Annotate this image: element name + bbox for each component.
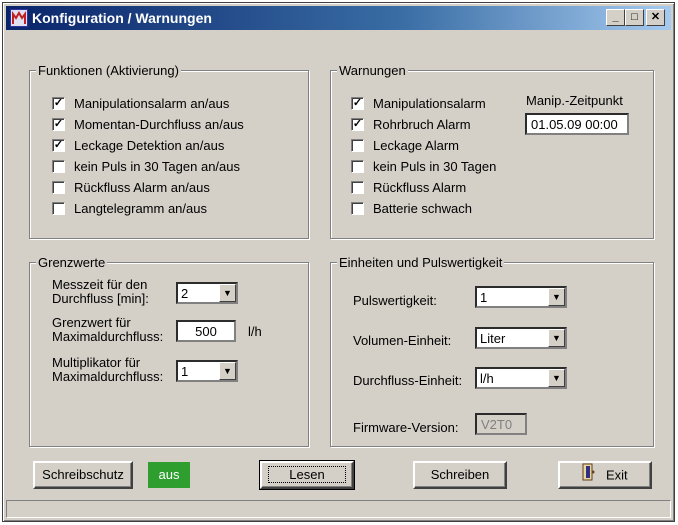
warnungen-checkbox[interactable] [351, 181, 364, 194]
multiplikator-select[interactable]: 1 ▼ [176, 360, 238, 382]
einheiten-group: Einheiten und Pulswertigkeit Pulswertigk… [330, 255, 654, 447]
multiplikator-label-line2: Maximaldurchfluss: [52, 369, 164, 384]
grenzwert-field[interactable]: 500 [176, 320, 236, 342]
schreiben-button[interactable]: Schreiben [413, 461, 507, 489]
messzeit-label-line1: Messzeit für den [52, 277, 148, 292]
funktionen-checkbox[interactable]: ✓ [52, 118, 65, 131]
lesen-button-label: Lesen [268, 466, 346, 483]
exit-button-label: Exit [605, 467, 628, 483]
warnungen-group: Warnungen ✓ Manipulationsalarm ✓ Rohrbruch … [330, 63, 654, 239]
volumen-einheit-label: Volumen-Einheit: [353, 333, 452, 348]
durchfluss-einheit-select[interactable]: l/h ▼ [475, 367, 567, 389]
app-icon [10, 9, 28, 27]
manip-zeitpunkt-label: Manip.-Zeitpunkt [526, 93, 623, 108]
multiplikator-value: 1 [181, 364, 189, 379]
warnungen-checkbox-label: Manipulationsalarm [373, 96, 486, 111]
minimize-button[interactable]: _ [606, 9, 625, 26]
chevron-down-icon[interactable]: ▼ [219, 362, 236, 380]
chevron-down-icon[interactable]: ▼ [548, 369, 565, 387]
funktionen-group: Funktionen (Aktivierung) ✓ Manipulationsa… [29, 63, 309, 239]
warnungen-checkbox[interactable] [351, 139, 364, 152]
warnungen-legend: Warnungen [337, 63, 408, 78]
schreibschutz-status-badge: aus [148, 462, 190, 488]
volumen-einheit-value: Liter [480, 331, 506, 346]
funktionen-checkbox-label: kein Puls in 30 Tagen an/aus [74, 159, 240, 174]
warnungen-checkbox[interactable]: ✓ [351, 118, 364, 131]
multiplikator-label-line1: Multiplikator für [52, 355, 141, 370]
pulswertigkeit-select[interactable]: 1 ▼ [475, 286, 567, 308]
warnungen-checkbox[interactable]: ✓ [351, 97, 364, 110]
grenzwerte-legend: Grenzwerte [36, 255, 108, 270]
funktionen-checkbox[interactable] [52, 160, 65, 173]
firmware-version-field: V2T0 [475, 413, 527, 435]
warnungen-checkbox-label: Rohrbruch Alarm [373, 117, 471, 132]
exit-button[interactable]: Exit [558, 461, 652, 489]
funktionen-checkbox-label: Langtelegramm an/aus [74, 201, 207, 216]
durchfluss-einheit-label: Durchfluss-Einheit: [353, 373, 463, 388]
messzeit-value: 2 [181, 286, 189, 301]
warnungen-checkbox-label: kein Puls in 30 Tagen [373, 159, 497, 174]
funktionen-checkbox[interactable]: ✓ [52, 97, 65, 110]
status-bar [6, 500, 671, 518]
chevron-down-icon[interactable]: ▼ [548, 288, 565, 306]
messzeit-label-line2: Durchfluss [min]: [52, 291, 149, 306]
config-window: Konfiguration / Warnungen _ □ ✕ Funktion… [2, 2, 675, 522]
warnungen-checkbox-label: Batterie schwach [373, 201, 472, 216]
window-title: Konfiguration / Warnungen [32, 10, 212, 26]
funktionen-checkbox[interactable]: ✓ [52, 139, 65, 152]
pulswertigkeit-value: 1 [480, 290, 488, 305]
grenzwert-unit: l/h [248, 324, 262, 339]
warnungen-checkbox[interactable] [351, 202, 364, 215]
funktionen-checkbox[interactable] [52, 202, 65, 215]
lesen-button[interactable]: Lesen [259, 460, 355, 490]
einheiten-legend: Einheiten und Pulswertigkeit [337, 255, 505, 270]
durchfluss-einheit-value: l/h [480, 371, 494, 386]
firmware-version-label: Firmware-Version: [353, 420, 459, 435]
chevron-down-icon[interactable]: ▼ [219, 284, 236, 302]
funktionen-checkbox-label: Manipulationsalarm an/aus [74, 96, 230, 111]
warnungen-checkbox-label: Leckage Alarm [373, 138, 459, 153]
funktionen-checkbox[interactable] [52, 181, 65, 194]
grenzwert-label-line1: Grenzwert für [52, 315, 131, 330]
warnungen-checkbox[interactable] [351, 160, 364, 173]
close-button[interactable]: ✕ [646, 9, 665, 26]
funktionen-legend: Funktionen (Aktivierung) [36, 63, 181, 78]
grenzwerte-group: Grenzwerte Messzeit für den Durchfluss [… [29, 255, 309, 447]
funktionen-checkbox-label: Momentan-Durchfluss an/aus [74, 117, 244, 132]
messzeit-select[interactable]: 2 ▼ [176, 282, 238, 304]
grenzwert-label-line2: Maximaldurchfluss: [52, 329, 164, 344]
exit-door-icon [582, 463, 596, 489]
maximize-button[interactable]: □ [625, 9, 644, 26]
schreibschutz-button[interactable]: Schreibschutz [33, 461, 133, 489]
manip-zeitpunkt-field[interactable]: 01.05.09 00:00 [525, 113, 629, 135]
chevron-down-icon[interactable]: ▼ [548, 329, 565, 347]
title-bar[interactable]: Konfiguration / Warnungen _ □ ✕ [6, 6, 671, 30]
volumen-einheit-select[interactable]: Liter ▼ [475, 327, 567, 349]
warnungen-checkbox-label: Rückfluss Alarm [373, 180, 467, 195]
funktionen-checkbox-label: Leckage Detektion an/aus [74, 138, 225, 153]
pulswertigkeit-label: Pulswertigkeit: [353, 293, 437, 308]
funktionen-checkbox-label: Rückfluss Alarm an/aus [74, 180, 210, 195]
